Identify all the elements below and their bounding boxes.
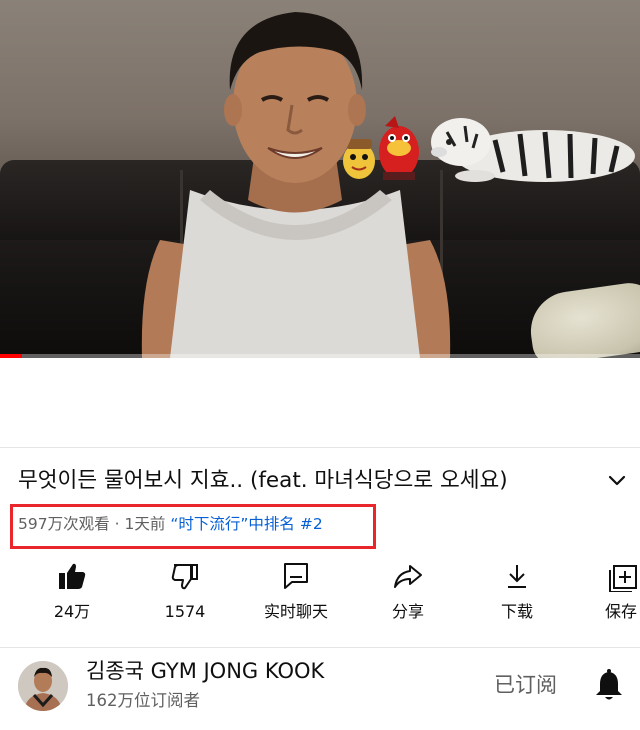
- download-label: 下载: [500, 602, 533, 621]
- channel-avatar[interactable]: [18, 661, 68, 711]
- video-title[interactable]: 무엇이든 물어보시 지효.. (feat. 마녀식당으로 오세요): [18, 466, 578, 496]
- divider: [0, 447, 640, 448]
- download-icon: [508, 565, 526, 588]
- subscriber-count: 162万位订阅者: [86, 691, 200, 710]
- notification-bell-icon[interactable]: [592, 668, 626, 702]
- view-count: 597万次观看: [18, 515, 110, 533]
- like-count: 24万: [53, 602, 91, 621]
- channel-name[interactable]: 김종국 GYM JONG KOOK: [86, 657, 324, 685]
- chevron-down-icon[interactable]: [604, 471, 630, 491]
- meta-separator: ·: [114, 515, 120, 533]
- video-watch-page: 무엇이든 물어보시 지효.. (feat. 마녀식당으로 오세요) 597万次观…: [0, 0, 640, 730]
- thumbs-down-icon: [171, 564, 198, 590]
- chat-icon: [284, 563, 308, 589]
- live-chat-label: 实时聊天: [263, 602, 328, 621]
- download-button[interactable]: 下载: [467, 556, 567, 636]
- trending-rank-link[interactable]: “时下流行”中排名 #2: [170, 515, 322, 533]
- video-frame-person: [141, 12, 451, 358]
- dislike-count: 1574: [164, 602, 206, 621]
- subscribed-button[interactable]: 已订阅: [494, 670, 557, 700]
- playlist-add-icon: [609, 565, 637, 592]
- share-label: 分享: [391, 602, 424, 621]
- video-progress-fill: [0, 354, 23, 358]
- action-bar: 24万 1574 实时聊天 分享 下载 保存: [0, 556, 640, 636]
- like-button[interactable]: 24万: [22, 556, 122, 636]
- video-progress-bar[interactable]: [0, 354, 640, 358]
- save-button[interactable]: 保存: [576, 556, 640, 636]
- video-metadata: 597万次观看 · 1天前 “时下流行”中排名 #2: [18, 513, 323, 535]
- video-player[interactable]: [0, 0, 640, 358]
- thumbs-up-filled-icon: [59, 563, 86, 589]
- save-label: 保存: [605, 602, 638, 621]
- avatar-image: [18, 661, 68, 711]
- upload-age: 1天前: [124, 515, 166, 533]
- share-arrow-icon: [394, 565, 422, 588]
- dislike-button[interactable]: 1574: [135, 556, 235, 636]
- divider: [0, 647, 640, 648]
- share-button[interactable]: 分享: [358, 556, 458, 636]
- live-chat-button[interactable]: 实时聊天: [246, 556, 346, 636]
